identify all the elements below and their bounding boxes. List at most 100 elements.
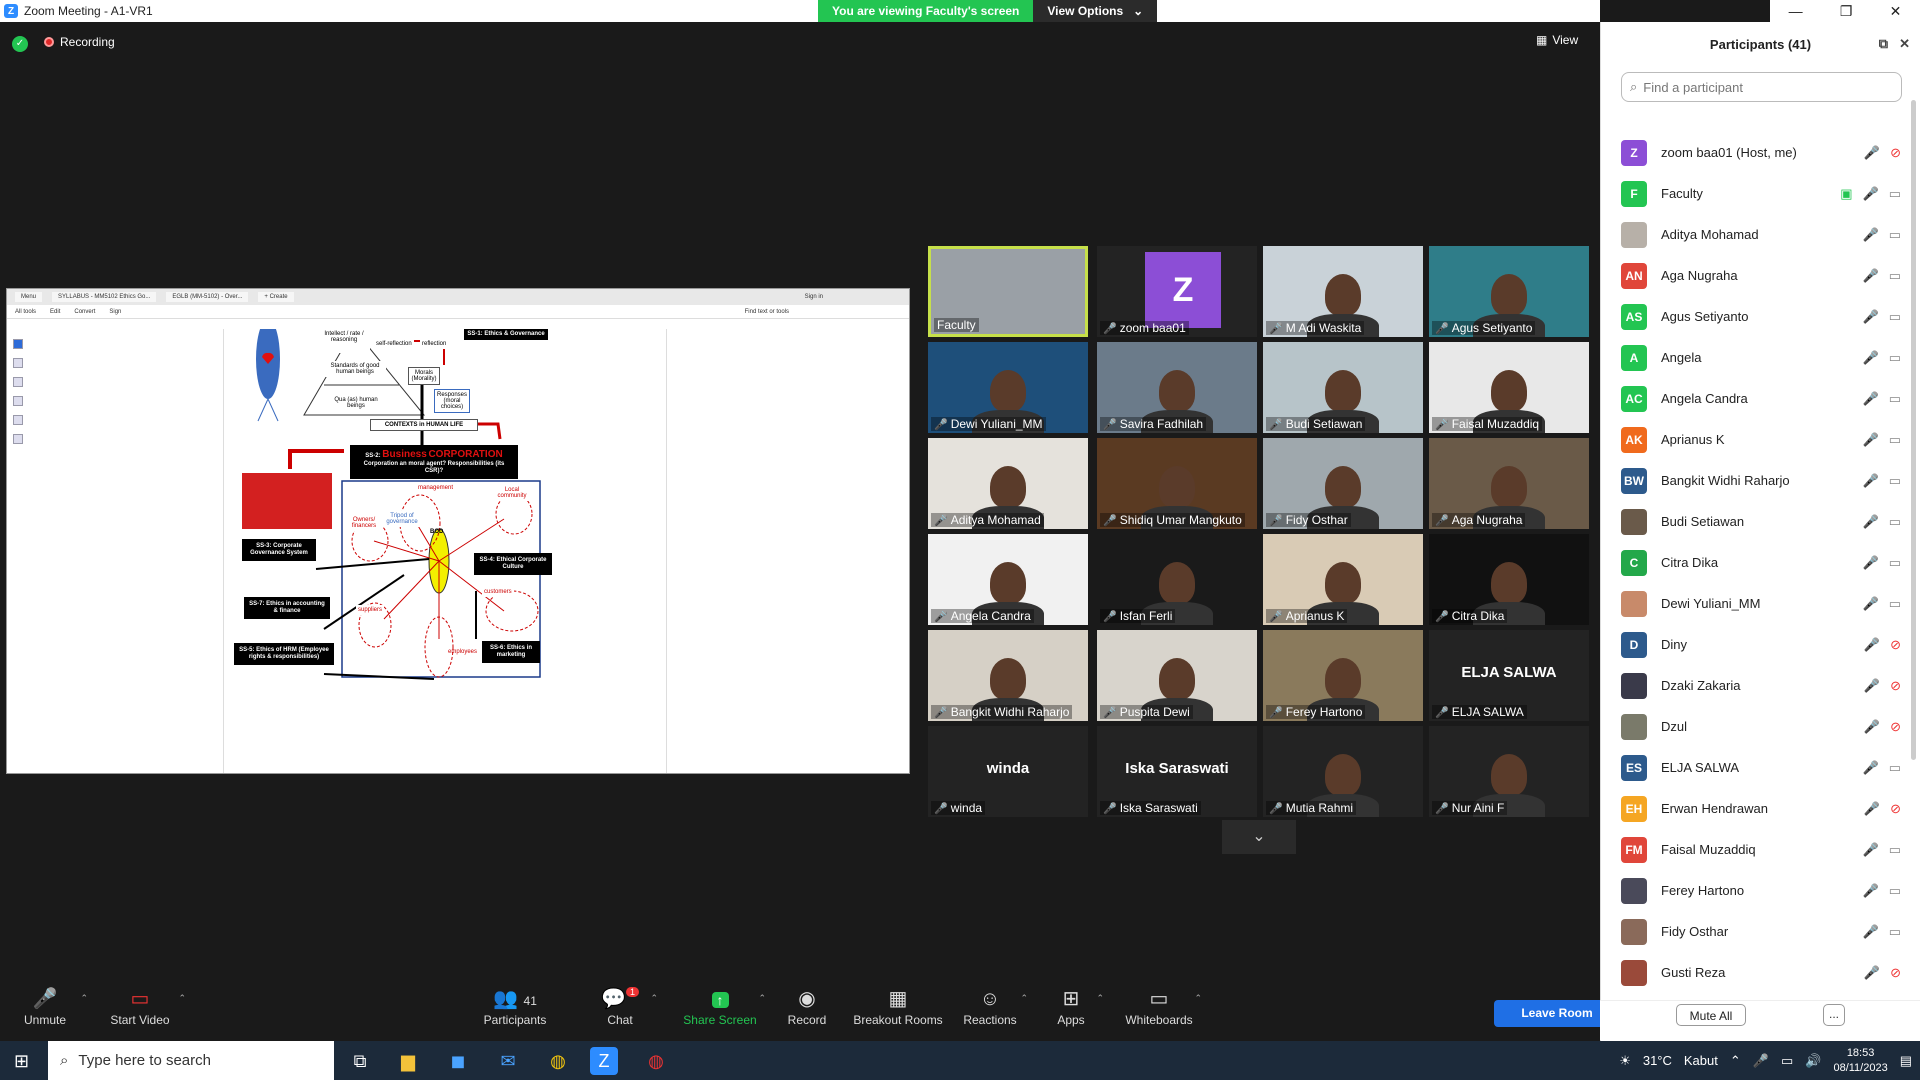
- close-icon[interactable]: ✕: [1890, 3, 1902, 20]
- participant-row[interactable]: Zzoom baa01 (Host, me) 🎤 ⊘: [1621, 132, 1901, 173]
- clock[interactable]: 18:53 08/11/2023: [1833, 1046, 1887, 1076]
- panel-scrollbar[interactable]: [1911, 100, 1916, 980]
- participant-row[interactable]: C Citra Dika 🎤 ▭: [1621, 542, 1901, 583]
- participant-row[interactable]: F Faculty ▣ 🎤 ▭: [1621, 173, 1901, 214]
- video-tile[interactable]: 🎤 M Adi Waskita: [1263, 246, 1423, 337]
- video-tile[interactable]: 🎤 Nur Aini F: [1429, 726, 1589, 817]
- chat-button[interactable]: 💬 1 Chat ⌃: [580, 985, 660, 1027]
- chrome-icon[interactable]: ◍: [544, 1047, 572, 1075]
- caret-up-icon[interactable]: ⌃: [1096, 993, 1104, 1004]
- network-icon[interactable]: ▭: [1781, 1053, 1793, 1069]
- video-tile[interactable]: 🎤 Fidy Osthar: [1263, 438, 1423, 529]
- reactions-button[interactable]: ☺ Reactions ⌃: [950, 985, 1030, 1027]
- caret-up-icon[interactable]: ⌃: [650, 993, 658, 1004]
- shield-icon[interactable]: ✓: [12, 36, 28, 52]
- video-icon: ▭: [1888, 923, 1901, 939]
- video-tile[interactable]: ELJA SALWA 🎤 ELJA SALWA: [1429, 630, 1589, 721]
- caret-up-icon[interactable]: ⌃: [178, 993, 186, 1004]
- unmute-button[interactable]: 🎤 Unmute ⌃: [0, 985, 90, 1027]
- video-tile[interactable]: winda 🎤 winda: [928, 726, 1088, 817]
- participant-name: Agus Setiyanto: [1451, 321, 1533, 335]
- video-tile[interactable]: 🎤 Savira Fadhilah: [1097, 342, 1257, 433]
- file-explorer-icon[interactable]: ▆: [394, 1047, 422, 1075]
- video-tile[interactable]: 🎤 Aditya Mohamad: [928, 438, 1088, 529]
- contexts-box: CONTEXTS in HUMAN LIFE: [370, 419, 478, 431]
- view-options-button[interactable]: View Options ⌄: [1033, 0, 1158, 22]
- apps-button[interactable]: ⊞ Apps ⌃: [1036, 985, 1106, 1027]
- video-tile[interactable]: 🎤 Mutia Rahmi: [1263, 726, 1423, 817]
- video-tile[interactable]: 🎤 Aprianus K: [1263, 534, 1423, 625]
- video-tile[interactable]: 🎤 Dewi Yuliani_MM: [928, 342, 1088, 433]
- start-video-button[interactable]: ▭ Start Video ⌃: [92, 985, 188, 1027]
- video-tile[interactable]: Iska Saraswati 🎤 Iska Saraswati: [1097, 726, 1257, 817]
- video-tile[interactable]: 🎤 Aga Nugraha: [1429, 438, 1589, 529]
- participant-row[interactable]: D Diny 🎤 ⊘: [1621, 624, 1901, 665]
- participant-row[interactable]: Aditya Mohamad 🎤 ▭: [1621, 214, 1901, 255]
- tray-chevron-icon[interactable]: ⌃: [1730, 1053, 1741, 1069]
- caret-up-icon[interactable]: ⌃: [1020, 993, 1028, 1004]
- shared-screen[interactable]: Menu SYLLABUS - MM5102 Ethics Go... EGLB…: [6, 288, 910, 774]
- title-bar: Z Zoom Meeting - A1-VR1: [0, 0, 1600, 22]
- participant-row[interactable]: Dzaki Zakaria 🎤 ⊘: [1621, 665, 1901, 706]
- participant-row[interactable]: ES ELJA SALWA 🎤 ▭: [1621, 747, 1901, 788]
- video-tile[interactable]: 🎤 Angela Candra: [928, 534, 1088, 625]
- participant-row[interactable]: Gusti Reza 🎤 ⊘: [1621, 952, 1901, 993]
- participant-name: zoom baa01: [1119, 321, 1186, 335]
- minimize-icon[interactable]: —: [1789, 3, 1803, 19]
- management-label: management: [416, 483, 456, 493]
- participant-row[interactable]: BW Bangkit Widhi Raharjo 🎤 ▭: [1621, 460, 1901, 501]
- pop-out-icon[interactable]: ⧉: [1879, 36, 1888, 52]
- recording-indicator[interactable]: Recording: [44, 35, 115, 49]
- share-screen-button[interactable]: ↑ Share Screen ⌃: [672, 985, 768, 1027]
- participants-button[interactable]: 👥 41 Participants: [470, 985, 560, 1027]
- maximize-icon[interactable]: ❐: [1840, 3, 1853, 20]
- video-tile[interactable]: Z 🎤 zoom baa01: [1097, 246, 1257, 337]
- mic-off-icon: 🎤: [1269, 514, 1283, 527]
- caret-up-icon[interactable]: ⌃: [1194, 993, 1202, 1004]
- participant-row[interactable]: AS Agus Setiyanto 🎤 ▭: [1621, 296, 1901, 337]
- participant-row[interactable]: Fidy Osthar 🎤 ▭: [1621, 911, 1901, 952]
- participant-row[interactable]: EH Erwan Hendrawan 🎤 ⊘: [1621, 788, 1901, 829]
- participant-row[interactable]: A Angela 🎤 ▭: [1621, 337, 1901, 378]
- chevron-down-icon[interactable]: ⌄: [1222, 820, 1296, 854]
- tile-name-label: 🎤 Mutia Rahmi: [1266, 801, 1357, 815]
- notification-icon[interactable]: ▤: [1900, 1053, 1912, 1069]
- taskbar-search[interactable]: ⌕ Type here to search: [48, 1041, 334, 1080]
- participant-row[interactable]: Budi Setiawan 🎤 ▭: [1621, 501, 1901, 542]
- participant-row[interactable]: AC Angela Candra 🎤 ▭: [1621, 378, 1901, 419]
- video-tile[interactable]: 🎤 Bangkit Widhi Raharjo: [928, 630, 1088, 721]
- video-tile[interactable]: 🎤 Citra Dika: [1429, 534, 1589, 625]
- whiteboards-button[interactable]: ▭ Whiteboards ⌃: [1114, 985, 1204, 1027]
- mute-all-button[interactable]: Mute All: [1676, 1004, 1746, 1026]
- video-tile[interactable]: 🎤 Shidiq Umar Mangkuto: [1097, 438, 1257, 529]
- participant-row[interactable]: Ferey Hartono 🎤 ▭: [1621, 870, 1901, 911]
- video-tile[interactable]: Faculty: [928, 246, 1088, 337]
- mail-icon[interactable]: ✉: [494, 1047, 522, 1075]
- volume-icon[interactable]: 🔊: [1805, 1053, 1821, 1069]
- participant-row[interactable]: FM Faisal Muzaddiq 🎤 ▭: [1621, 829, 1901, 870]
- video-tile[interactable]: 🎤 Faisal Muzaddiq: [1429, 342, 1589, 433]
- participant-search[interactable]: ⌕ Find a participant: [1621, 72, 1902, 102]
- video-tile[interactable]: 🎤 Ferey Hartono: [1263, 630, 1423, 721]
- record-button[interactable]: ◉ Record: [772, 985, 842, 1027]
- store-icon[interactable]: ◼: [444, 1047, 472, 1075]
- video-tile[interactable]: 🎤 Agus Setiyanto: [1429, 246, 1589, 337]
- view-button[interactable]: ▦ View: [1536, 33, 1578, 47]
- breakout-rooms-button[interactable]: ▦ Breakout Rooms: [850, 985, 946, 1027]
- participant-row[interactable]: AK Aprianus K 🎤 ▭: [1621, 419, 1901, 460]
- video-tile[interactable]: 🎤 Isfan Ferli: [1097, 534, 1257, 625]
- close-icon[interactable]: ✕: [1899, 36, 1910, 52]
- participant-row[interactable]: Dewi Yuliani_MM 🎤 ▭: [1621, 583, 1901, 624]
- task-view-icon[interactable]: ⧉: [346, 1047, 374, 1075]
- caret-up-icon[interactable]: ⌃: [758, 993, 766, 1004]
- microphone-icon[interactable]: 🎤: [1753, 1053, 1769, 1069]
- more-options-button[interactable]: ...: [1823, 1004, 1845, 1026]
- participant-row[interactable]: AN Aga Nugraha 🎤 ▭: [1621, 255, 1901, 296]
- chrome-zoom-icon[interactable]: ◍: [642, 1047, 670, 1075]
- video-tile[interactable]: 🎤 Budi Setiawan: [1263, 342, 1423, 433]
- caret-up-icon[interactable]: ⌃: [80, 993, 88, 1004]
- participant-row[interactable]: Dzul 🎤 ⊘: [1621, 706, 1901, 747]
- windows-start-icon[interactable]: ⊞: [14, 1051, 29, 1072]
- video-tile[interactable]: 🎤 Puspita Dewi: [1097, 630, 1257, 721]
- zoom-app-icon[interactable]: Z: [590, 1047, 618, 1075]
